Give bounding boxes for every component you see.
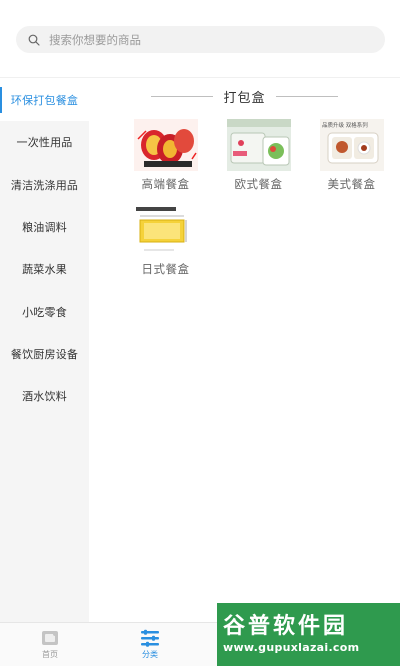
sidebar-item-disposables[interactable]: 一次性用品 — [0, 121, 89, 163]
sidebar-item-snacks[interactable]: 小吃零食 — [0, 290, 89, 332]
search-input[interactable] — [49, 32, 349, 47]
category-icon — [139, 629, 161, 647]
sidebar-item-grain-oil[interactable]: 粮油调料 — [0, 206, 89, 248]
sidebar-item-eco-packaging[interactable]: 环保打包餐盒 — [0, 79, 89, 122]
sidebar-item-vegetables[interactable]: 蔬菜水果 — [0, 248, 89, 290]
product-name: 日式餐盒 — [141, 262, 190, 276]
divider — [151, 96, 214, 97]
category-sidebar: 环保打包餐盒 一次性用品 清洁洗涤用品 粮油调料 蔬菜水果 小吃零食 餐饮厨房设… — [0, 79, 89, 622]
product-thumbnail: 品质升级 双格系列 — [319, 119, 384, 171]
product-name: 美式餐盒 — [327, 177, 376, 191]
product-name: 高端餐盒 — [141, 177, 190, 191]
sidebar-item-cleaning[interactable]: 清洁洗涤用品 — [0, 164, 89, 206]
sidebar-item-kitchen-equipment[interactable]: 餐饮厨房设备 — [0, 333, 89, 375]
main-content: 打包盒 高端餐盒 欧式餐盒 品质升级 双格系列 美式餐盒 日式餐盒 — [89, 79, 400, 622]
product-thumbnail — [133, 204, 198, 256]
product-card-japanese[interactable]: 日式餐盒 — [119, 204, 212, 277]
product-name: 欧式餐盒 — [234, 177, 283, 191]
search-box[interactable] — [16, 26, 385, 53]
section-header: 打包盒 — [89, 87, 400, 106]
nav-label: 首页 — [42, 650, 58, 659]
watermark-text: 谷普软件园 — [223, 613, 349, 639]
product-grid: 高端餐盒 欧式餐盒 品质升级 双格系列 美式餐盒 日式餐盒 — [89, 119, 400, 277]
product-thumbnail — [226, 119, 291, 171]
product-card-high-end[interactable]: 高端餐盒 — [119, 119, 212, 192]
home-icon — [39, 629, 61, 647]
product-card-american[interactable]: 品质升级 双格系列 美式餐盒 — [305, 119, 398, 192]
section-title: 打包盒 — [223, 91, 266, 106]
search-bar — [0, 0, 400, 78]
product-thumbnail — [133, 119, 198, 171]
site-watermark: 谷普软件园 www.gupuxlazai.com — [217, 603, 400, 666]
nav-category[interactable]: 分类 — [100, 623, 200, 666]
thumbnail-caption: 品质升级 双格系列 — [322, 121, 368, 129]
sidebar-item-drinks[interactable]: 酒水饮料 — [0, 375, 89, 417]
watermark-url: www.gupuxlazai.com — [223, 640, 360, 654]
nav-label: 分类 — [142, 650, 158, 659]
nav-home[interactable]: 首页 — [0, 623, 100, 666]
search-icon — [28, 34, 40, 46]
product-card-european[interactable]: 欧式餐盒 — [212, 119, 305, 192]
divider — [275, 96, 338, 97]
